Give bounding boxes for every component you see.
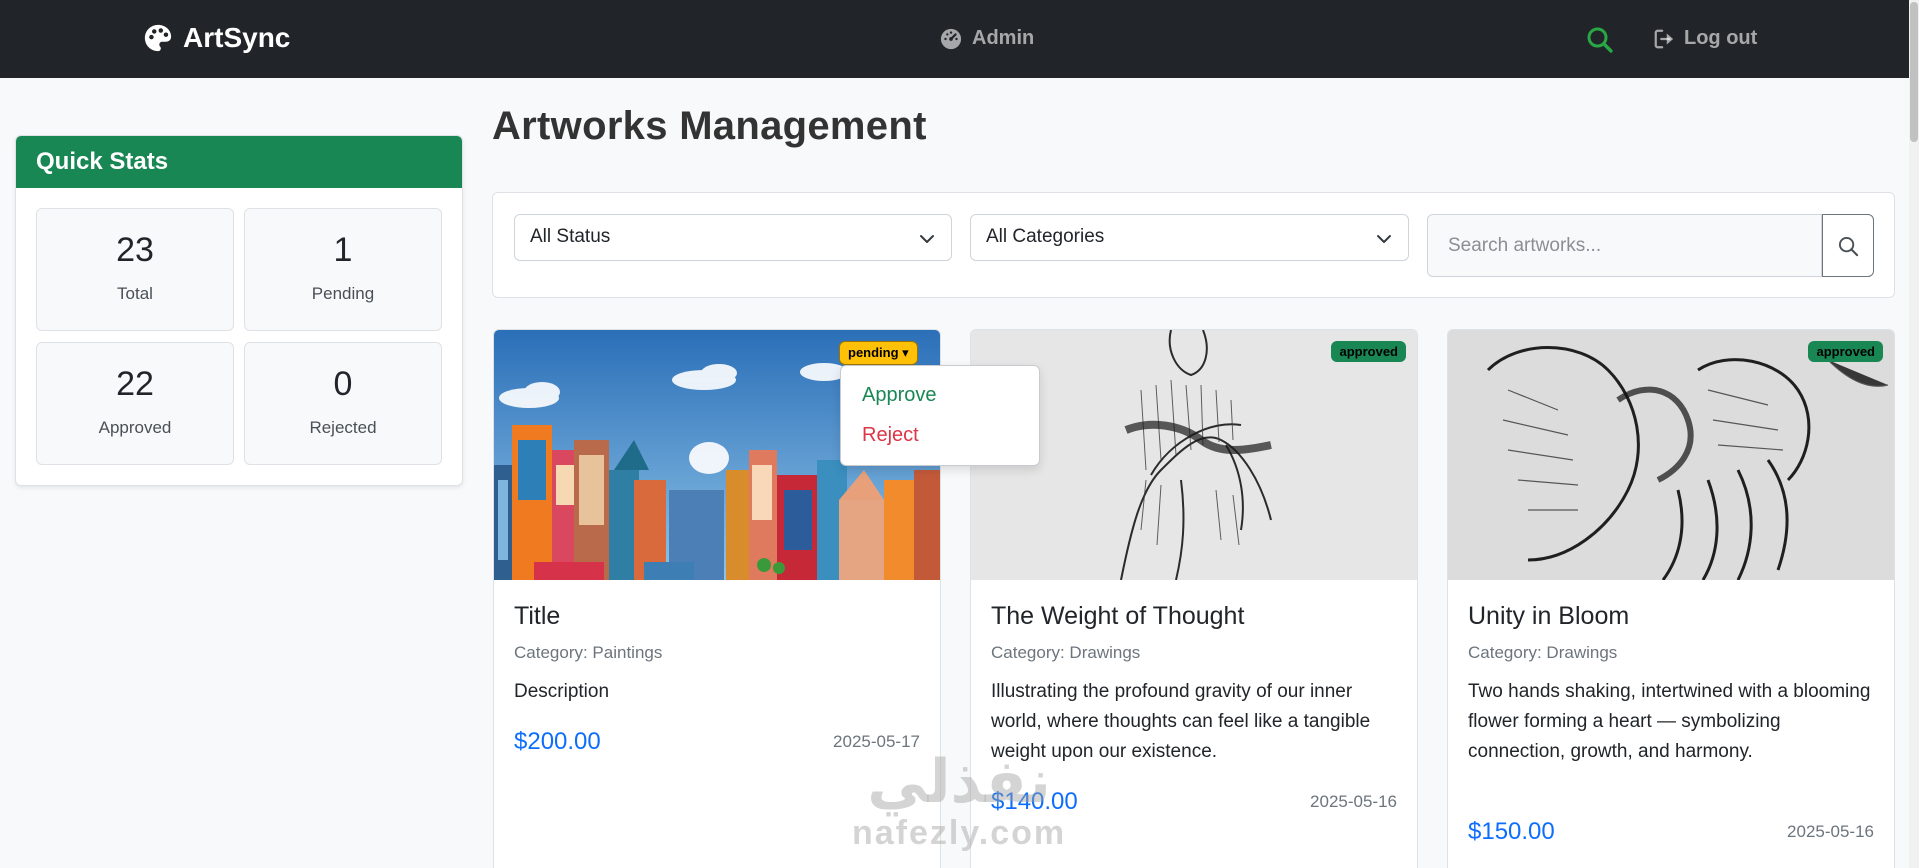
status-badge-label: approved	[1339, 344, 1398, 359]
status-filter-value: All Status	[530, 226, 611, 247]
stat-rejected: 0 Rejected	[244, 342, 442, 465]
artwork-image	[1448, 330, 1894, 580]
artwork-body: Unity in Bloom Category: Drawings Two ha…	[1468, 602, 1874, 767]
category-filter-select[interactable]: All Categories	[970, 214, 1409, 261]
watermark-arabic: نفذلي	[867, 748, 1051, 815]
artwork-title: Title	[514, 602, 561, 630]
navbar-search-button[interactable]	[1586, 26, 1614, 54]
nav-admin-label: Admin	[972, 27, 1035, 49]
logout-link[interactable]: Log out	[1653, 27, 1757, 50]
artwork-search-input[interactable]	[1427, 214, 1822, 277]
scrollbar-thumb[interactable]	[1910, 2, 1918, 142]
approve-menu-item[interactable]: Approve	[862, 384, 937, 407]
search-submit-button[interactable]	[1822, 214, 1874, 277]
logout-label: Log out	[1684, 27, 1758, 49]
stat-label: Total	[117, 284, 153, 303]
stat-label: Approved	[98, 418, 172, 437]
artwork-title: Unity in Bloom	[1468, 602, 1630, 630]
artwork-card[interactable]: approved Unity in Bloom Category: Drawin…	[1447, 329, 1895, 868]
artwork-category: Category: Paintings	[514, 643, 663, 662]
stat-total: 23 Total	[36, 208, 234, 331]
stat-approved: 22 Approved	[36, 342, 234, 465]
status-badge-label: pending	[848, 345, 899, 360]
artwork-footer: $150.00 2025-05-16	[1468, 818, 1874, 846]
palette-icon	[144, 24, 172, 52]
logout-icon	[1654, 29, 1674, 48]
artwork-body: The Weight of Thought Category: Drawings…	[991, 602, 1397, 767]
nav-admin-link[interactable]: Admin	[940, 27, 1034, 50]
status-filter-select[interactable]: All Status	[514, 214, 952, 261]
stat-value: 0	[333, 365, 353, 403]
top-navbar: ArtSync Admin Log out	[0, 0, 1909, 78]
status-badge-toggle[interactable]: pending ▾	[839, 341, 918, 365]
filters-card: All Status All Categories	[492, 192, 1895, 298]
artwork-category: Category: Drawings	[1468, 643, 1618, 662]
artwork-category: Category: Drawings	[991, 643, 1141, 662]
artwork-date: 2025-05-16	[1310, 792, 1397, 811]
caret-down-icon: ▾	[902, 345, 909, 360]
artwork-title: The Weight of Thought	[991, 602, 1245, 630]
dashboard-gauge-icon	[940, 28, 962, 49]
stat-label: Rejected	[309, 418, 377, 437]
stat-value: 23	[116, 231, 154, 269]
watermark-latin: nafezly.com	[852, 814, 1067, 852]
artwork-description: Two hands shaking, intertwined with a bl…	[1468, 681, 1871, 762]
watermark: نفذلي nafezly.com	[852, 752, 1066, 853]
search-icon	[1838, 236, 1859, 257]
status-dropdown-menu: Approve Reject	[840, 365, 1040, 466]
category-filter-value: All Categories	[986, 226, 1105, 247]
status-badge: approved	[1808, 341, 1883, 362]
stat-pending: 1 Pending	[244, 208, 442, 331]
artwork-body: Title Category: Paintings Description	[514, 602, 920, 707]
chevron-down-icon	[1377, 235, 1391, 243]
brand-name: ArtSync	[183, 22, 291, 53]
artwork-price: $200.00	[514, 728, 601, 755]
stat-label: Pending	[311, 284, 375, 303]
stat-value: 1	[333, 231, 353, 269]
reject-menu-item[interactable]: Reject	[862, 424, 919, 447]
artwork-date: 2025-05-16	[1787, 822, 1874, 841]
search-icon	[1587, 27, 1613, 53]
page-title: Artworks Management	[492, 104, 927, 148]
quick-stats-title: Quick Stats	[16, 136, 462, 188]
brand-link[interactable]: ArtSync	[143, 22, 290, 54]
status-badge: approved	[1331, 341, 1406, 362]
status-badge-label: approved	[1816, 344, 1875, 359]
artwork-price: $150.00	[1468, 818, 1555, 845]
quick-stats-card: Quick Stats 23 Total 1 Pending 22 Approv…	[15, 135, 463, 486]
artwork-description: Description	[514, 681, 610, 702]
stat-value: 22	[116, 365, 154, 403]
chevron-down-icon	[920, 235, 934, 243]
page-scrollbar[interactable]	[1909, 0, 1919, 868]
